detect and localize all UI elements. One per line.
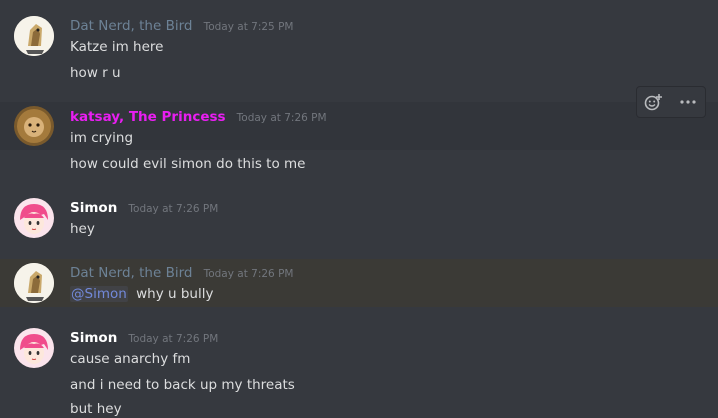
timestamp: Today at 7:26 PM: [203, 268, 294, 280]
message-line: hey: [70, 221, 95, 237]
avatar[interactable]: [14, 16, 54, 56]
timestamp: Today at 7:26 PM: [128, 333, 219, 345]
message-line: but hey: [70, 401, 122, 417]
add-reaction-icon: [644, 94, 662, 111]
avatar[interactable]: [14, 198, 54, 238]
message-text: why u bully: [136, 286, 214, 302]
avatar[interactable]: [14, 328, 54, 368]
avatar[interactable]: [14, 106, 54, 146]
username[interactable]: katsay, The Princess: [70, 109, 226, 125]
message-line: im crying: [70, 130, 134, 146]
username[interactable]: Dat Nerd, the Bird: [70, 18, 192, 34]
username[interactable]: Simon: [70, 200, 117, 216]
more-options-button[interactable]: [675, 90, 701, 114]
message-line: Katze im here: [70, 39, 164, 55]
timestamp: Today at 7:26 PM: [236, 112, 327, 124]
message-line: and i need to back up my threats: [70, 377, 295, 393]
timestamp: Today at 7:26 PM: [128, 203, 219, 215]
avatar[interactable]: [14, 263, 54, 303]
message-line: how r u: [70, 65, 121, 81]
message-line: @Simon why u bully: [70, 285, 213, 303]
timestamp: Today at 7:25 PM: [203, 21, 294, 33]
message-line: how could evil simon do this to me: [70, 156, 306, 172]
username[interactable]: Dat Nerd, the Bird: [70, 265, 192, 281]
username[interactable]: Simon: [70, 330, 117, 346]
message-toolbar: [636, 86, 706, 118]
user-mention[interactable]: @Simon: [70, 286, 128, 302]
more-options-icon: [680, 100, 696, 104]
message-line: cause anarchy fm: [70, 351, 191, 367]
add-reaction-button[interactable]: [641, 90, 667, 114]
